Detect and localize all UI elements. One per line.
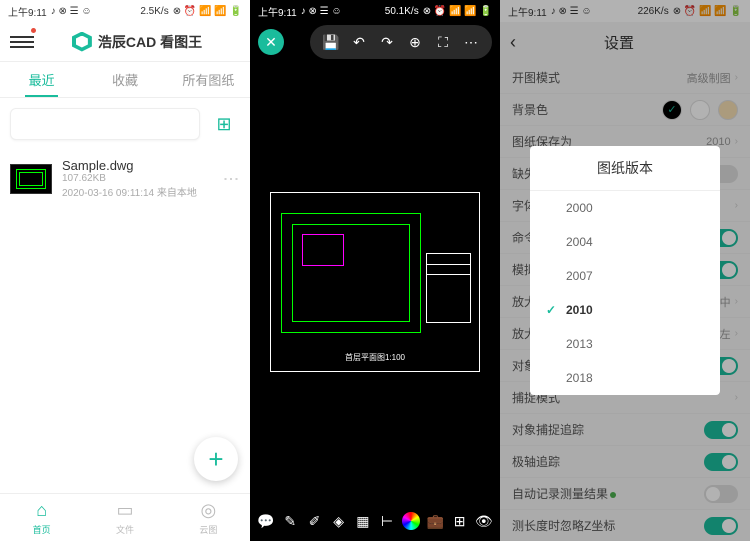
dialog-opt-2004[interactable]: 2004 <box>530 225 720 259</box>
home-icon: ⌂ <box>36 500 47 521</box>
file-date: 2020-03-16 09:11:14 来自本地 <box>62 184 211 199</box>
dialog-opt-2013[interactable]: 2013 <box>530 327 720 361</box>
nav-files[interactable]: ▭文件 <box>83 494 166 541</box>
file-thumbnail <box>10 164 52 194</box>
search-input[interactable] <box>10 108 200 140</box>
file-item[interactable]: Sample.dwg 107.62KB 2020-03-16 09:11:14 … <box>0 150 250 207</box>
fullscreen-icon[interactable]: ⛶ <box>430 29 456 55</box>
dialog-opt-2018[interactable]: 2018 <box>530 361 720 395</box>
modal-overlay[interactable]: 图纸版本 2000 2004 2007 ✓2010 2013 2018 <box>500 0 750 541</box>
measure-icon[interactable]: ⊢ <box>377 511 397 531</box>
dialog-opt-2007[interactable]: 2007 <box>530 259 720 293</box>
visibility-icon[interactable]: 👁 <box>474 511 494 531</box>
file-size: 107.62KB <box>62 173 211 184</box>
zoom-icon[interactable]: ⊕ <box>402 29 428 55</box>
grid-tool-icon[interactable]: ⊞ <box>450 511 470 531</box>
comment-icon[interactable]: 💬 <box>256 511 276 531</box>
more-icon[interactable]: ⋯ <box>458 29 484 55</box>
viewer-toolbar: ✕ 💾 ↶ ↷ ⊕ ⛶ ⋯ <box>250 22 500 62</box>
bottom-nav: ⌂首页 ▭文件 ◎云图 <box>0 493 250 541</box>
app-logo: 浩辰CAD 看图王 <box>34 32 240 52</box>
drawing-canvas[interactable]: 首层平面图1:100 <box>250 62 500 501</box>
app-header: 浩辰CAD 看图王 <box>0 22 250 62</box>
status-bar: 上午9:11 ♪ ⊗ ☰ ☺ 2.5K/s ⊗ ⏰ 📶 📶 🔋 <box>0 0 250 22</box>
pencil-icon[interactable]: ✎ <box>280 511 300 531</box>
tool-group: 💾 ↶ ↷ ⊕ ⛶ ⋯ <box>310 25 492 59</box>
layers-icon[interactable]: ◈ <box>329 511 349 531</box>
status-bar: 上午9:11 ♪ ⊗ ☰ ☺ 50.1K/s ⊗ ⏰ 📶 📶 🔋 <box>250 0 500 22</box>
floor-plan <box>281 213 421 333</box>
version-dialog: 图纸版本 2000 2004 2007 ✓2010 2013 2018 <box>530 146 720 395</box>
redo-icon[interactable]: ↷ <box>374 29 400 55</box>
save-icon[interactable]: 💾 <box>318 29 344 55</box>
app-title: 浩辰CAD 看图王 <box>98 32 202 52</box>
drawing-frame: 首层平面图1:100 <box>270 192 480 372</box>
toolbox-icon[interactable]: 💼 <box>425 511 445 531</box>
menu-icon[interactable] <box>10 30 34 54</box>
settings-screen: 上午9:11 ♪ ⊗ ☰ ☺ 226K/s ⊗ ⏰ 📶 📶 🔋 ‹ 设置 开图模… <box>500 0 750 541</box>
edit-icon[interactable]: ✐ <box>304 511 324 531</box>
undo-icon[interactable]: ↶ <box>346 29 372 55</box>
close-button[interactable]: ✕ <box>258 29 284 55</box>
logo-icon <box>72 32 92 52</box>
tab-recent[interactable]: 最近 <box>0 62 83 97</box>
add-button[interactable]: + <box>194 437 238 481</box>
tab-all[interactable]: 所有图纸 <box>167 62 250 97</box>
search-row: ⊞ <box>0 98 250 150</box>
folder-icon: ▭ <box>116 500 133 521</box>
layout-icon[interactable]: ▦ <box>353 511 373 531</box>
nav-home[interactable]: ⌂首页 <box>0 494 83 541</box>
title-block <box>426 253 471 323</box>
file-tabs: 最近 收藏 所有图纸 <box>0 62 250 98</box>
notification-dot <box>31 28 36 33</box>
dialog-title: 图纸版本 <box>530 146 720 191</box>
more-icon[interactable]: ⋮ <box>221 171 240 187</box>
file-name: Sample.dwg <box>62 158 211 173</box>
dialog-opt-2000[interactable]: 2000 <box>530 191 720 225</box>
dialog-opt-2010[interactable]: ✓2010 <box>530 293 720 327</box>
cloud-icon: ◎ <box>200 500 216 521</box>
file-browser-screen: 上午9:11 ♪ ⊗ ☰ ☺ 2.5K/s ⊗ ⏰ 📶 📶 🔋 浩辰CAD 看图… <box>0 0 250 541</box>
grid-view-icon[interactable]: ⊞ <box>208 108 240 140</box>
tab-favorite[interactable]: 收藏 <box>83 62 166 97</box>
color-wheel-icon[interactable] <box>401 511 421 531</box>
nav-cloud[interactable]: ◎云图 <box>167 494 250 541</box>
drawing-label: 首层平面图1:100 <box>345 352 405 363</box>
cad-viewer-screen: 上午9:11 ♪ ⊗ ☰ ☺ 50.1K/s ⊗ ⏰ 📶 📶 🔋 ✕ 💾 ↶ ↷… <box>250 0 500 541</box>
bottom-toolbar: 💬 ✎ ✐ ◈ ▦ ⊢ 💼 ⊞ 👁 <box>250 501 500 541</box>
